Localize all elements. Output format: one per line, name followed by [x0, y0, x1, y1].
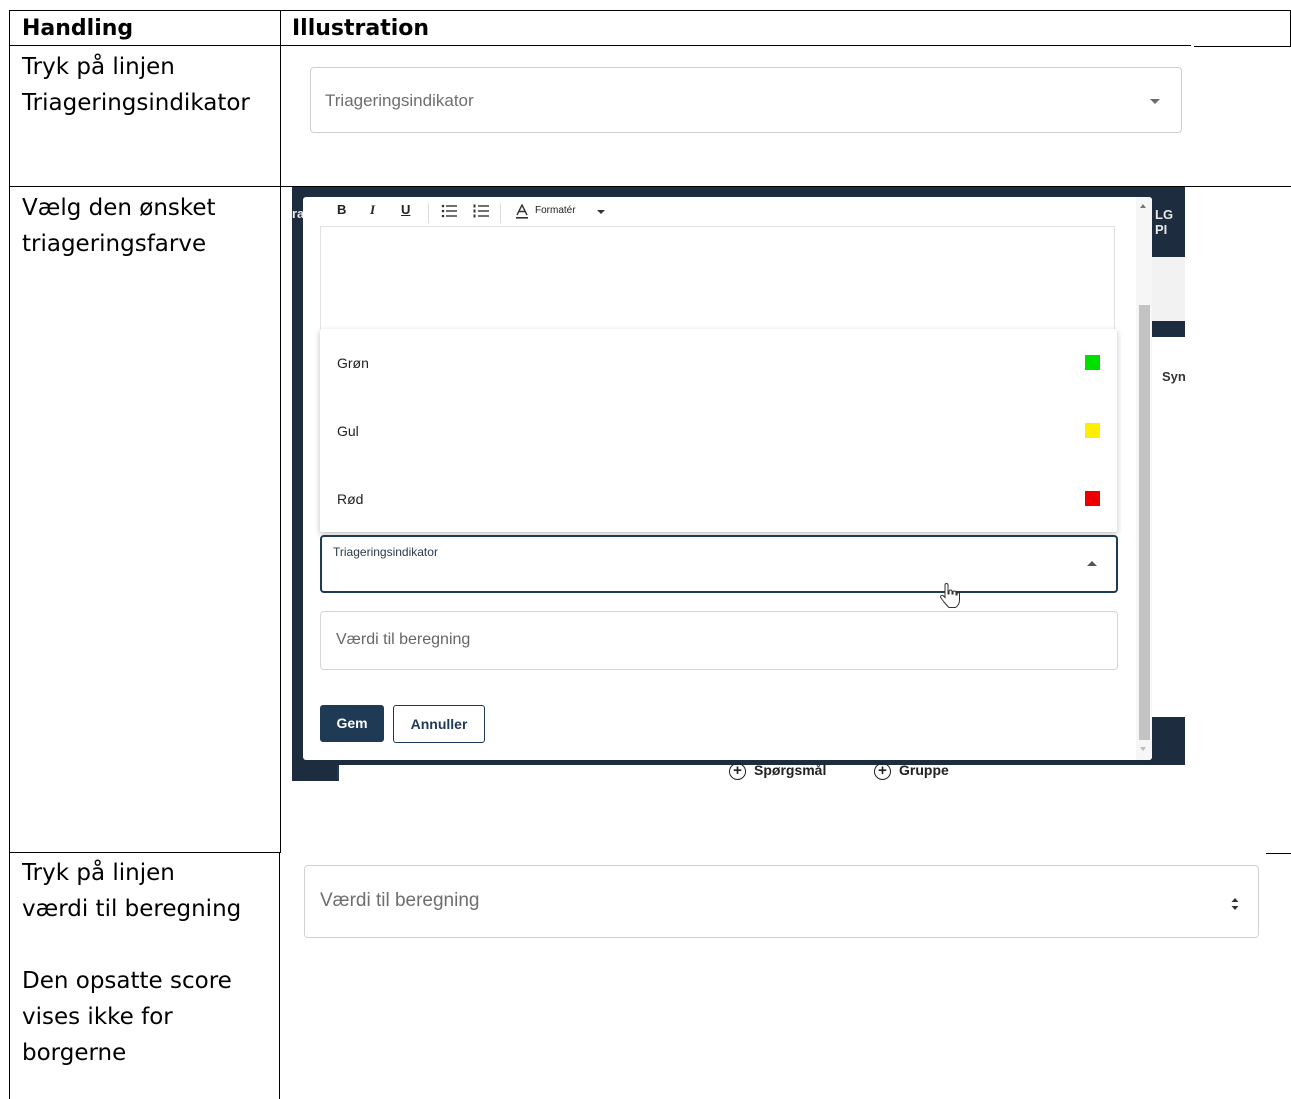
question-toolbar: + Spørgsmål + Gruppe [337, 762, 1185, 781]
table-top-border [9, 10, 1291, 11]
chevron-up-icon [1087, 561, 1097, 566]
row1-action-line: Triageringsindikator [22, 90, 250, 116]
option-label: Rød [337, 491, 364, 507]
rich-text-editor[interactable] [320, 227, 1115, 332]
color-swatch [1085, 355, 1100, 370]
cancel-button[interactable]: Annuller [393, 705, 485, 743]
hand-cursor-icon [940, 583, 960, 608]
row3-action-line: Den opsatte score [22, 968, 232, 994]
column-divider [280, 10, 281, 853]
save-button[interactable]: Gem [320, 705, 384, 742]
edit-modal: B I U Formatér Grøn Gul Rød Triageringsi… [303, 197, 1152, 760]
add-group-button[interactable]: + Gruppe [874, 762, 949, 780]
triage-indicator-field[interactable]: Triageringsindikator [320, 535, 1118, 593]
option-yellow[interactable]: Gul [320, 397, 1117, 465]
number-input-placeholder: Værdi til beregning [320, 890, 480, 911]
chevron-down-icon [1150, 99, 1160, 104]
option-green[interactable]: Grøn [320, 329, 1117, 397]
plus-circle-icon: + [874, 762, 891, 780]
field-placeholder: Værdi til beregning [336, 631, 471, 648]
add-question-button[interactable]: + Spørgsmål [729, 762, 826, 780]
row2-bottom-border-right [1266, 853, 1291, 854]
row2-bottom-border [9, 852, 281, 853]
row1-action-line: Tryk på linjen [22, 54, 175, 80]
color-swatch [1085, 491, 1100, 506]
spinner-arrows-icon[interactable] [1230, 894, 1240, 914]
underline-button[interactable]: U [401, 202, 410, 217]
format-dropdown[interactable]: Formatér [535, 205, 576, 216]
modal-scrollbar[interactable] [1136, 197, 1152, 760]
background-edge-text: LG PI [1155, 207, 1174, 237]
header-bottom-border-right [1194, 46, 1291, 47]
row2-action-line: Vælg den ønsket [22, 195, 216, 221]
editor-toolbar: B I U Formatér [320, 197, 1115, 227]
header-bottom-border [9, 45, 1191, 46]
row1-action-text: Tryk på linjen Triageringsindikator [22, 49, 250, 121]
left-border [9, 10, 10, 1099]
text-format-icon [516, 204, 528, 219]
chevron-down-icon [597, 210, 605, 214]
row3-action-line: borgerne [22, 1040, 127, 1066]
field-label: Triageringsindikator [333, 545, 438, 559]
row3-action-line: værdi til beregning [22, 896, 242, 922]
header-illustration: Illustration [292, 16, 430, 41]
scroll-thumb[interactable] [1139, 305, 1150, 740]
background-edge-text: Syn [1162, 369, 1185, 384]
option-label: Gul [337, 423, 359, 439]
value-calculation-field[interactable]: Værdi til beregning [320, 611, 1118, 670]
row3-action-text: Tryk på linjen værdi til beregning Den o… [22, 855, 241, 1071]
scroll-up-icon[interactable] [1140, 204, 1146, 208]
option-red[interactable]: Rød [320, 465, 1117, 533]
value-number-input[interactable]: Værdi til beregning [304, 865, 1259, 938]
header-action: Handling [22, 16, 134, 41]
option-label: Grøn [337, 355, 369, 371]
column-divider-lower [279, 853, 280, 1099]
add-question-label: Spørgsmål [754, 762, 827, 778]
triage-color-screenshot: ra LG PI Syn B I U Formatér Grøn Gul Rød… [292, 187, 1185, 781]
numbered-list-icon[interactable] [473, 204, 489, 218]
toolbar-separator [428, 203, 429, 223]
plus-circle-icon: + [729, 762, 746, 780]
bold-button[interactable]: B [337, 202, 346, 217]
row3-action-line: Tryk på linjen [22, 860, 175, 886]
italic-button[interactable]: I [370, 202, 375, 218]
color-swatch [1085, 423, 1100, 438]
triage-indicator-select[interactable]: Triageringsindikator [310, 67, 1182, 133]
triage-options-dropdown: Grøn Gul Rød [320, 329, 1117, 532]
triage-indicator-placeholder: Triageringsindikator [325, 91, 474, 110]
scroll-down-icon[interactable] [1140, 747, 1146, 751]
row2-action-line: triageringsfarve [22, 231, 207, 257]
row2-action-text: Vælg den ønsket triageringsfarve [22, 190, 216, 262]
bullet-list-icon[interactable] [441, 204, 457, 218]
toolbar-separator [500, 203, 501, 223]
row3-action-line: vises ikke for [22, 1004, 173, 1030]
row3-action-line [22, 927, 241, 963]
add-group-label: Gruppe [899, 762, 949, 778]
